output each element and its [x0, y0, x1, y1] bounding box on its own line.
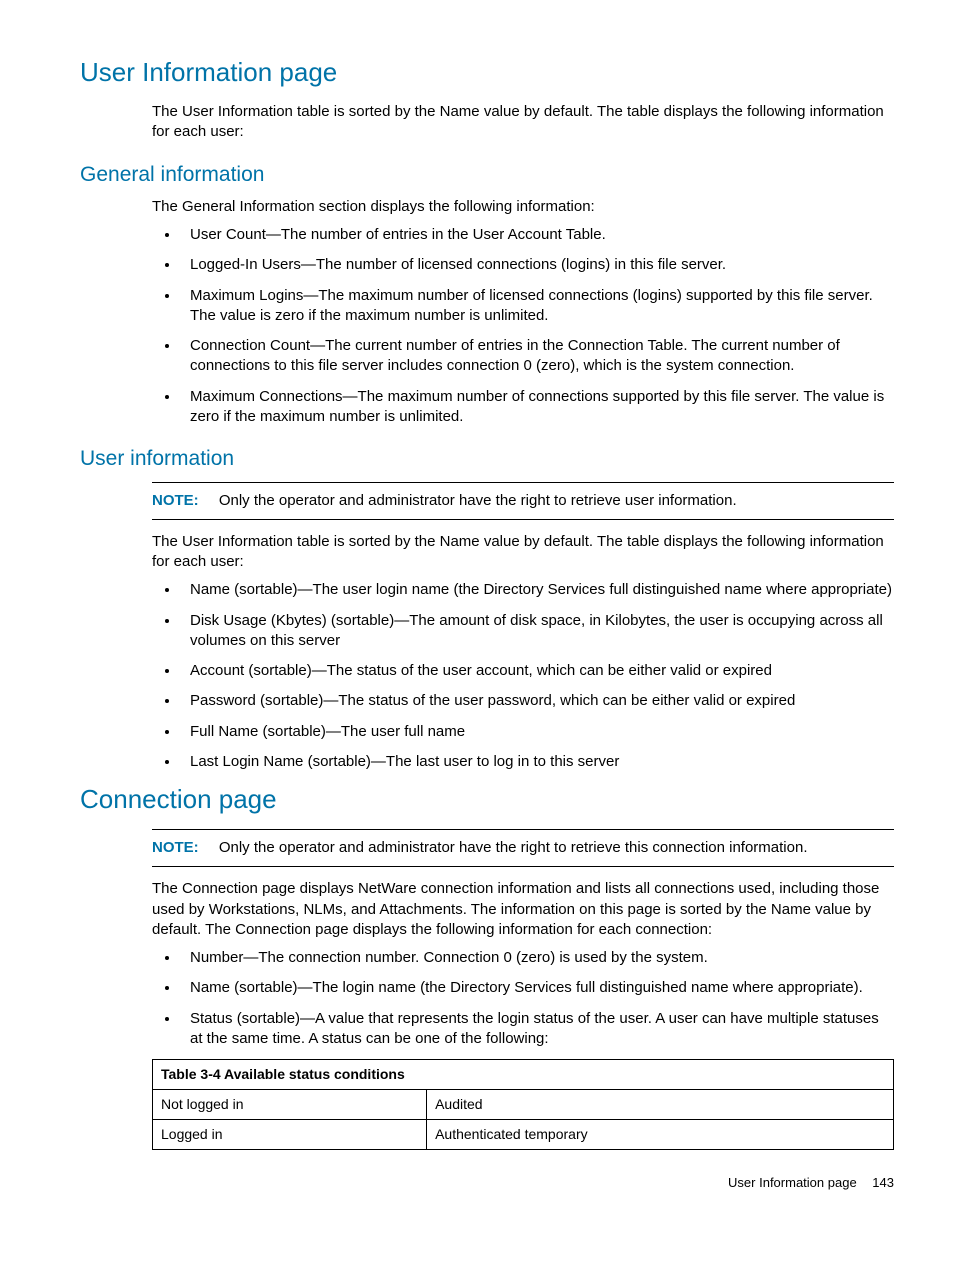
note-label: NOTE: [152, 839, 199, 856]
footer-title: User Information page [728, 1175, 857, 1190]
list-item: Maximum Logins—The maximum number of lic… [180, 286, 894, 327]
list-item: Maximum Connections—The maximum number o… [180, 387, 894, 428]
list-item: Name (sortable)—The user login name (the… [180, 580, 894, 600]
section-user-info-intro: The User Information table is sorted by … [152, 102, 894, 143]
list-item: Number—The connection number. Connection… [180, 948, 894, 968]
heading-connection-page: Connection page [80, 782, 894, 817]
paragraph: The User Information table is sorted by … [152, 102, 894, 143]
section-connection: NOTE: Only the operator and administrato… [152, 829, 894, 1150]
list-item: Status (sortable)—A value that represent… [180, 1009, 894, 1050]
heading-user-information-page: User Information page [80, 55, 894, 90]
status-table: Table 3-4 Available status conditions No… [152, 1059, 894, 1150]
page-footer: User Information page 143 [80, 1174, 894, 1192]
note-line: NOTE: Only the operator and administrato… [152, 834, 894, 862]
paragraph: The User Information table is sorted by … [152, 532, 894, 573]
section-general-info: The General Information section displays… [152, 197, 894, 427]
note-label: NOTE: [152, 492, 199, 509]
note-block: NOTE: Only the operator and administrato… [152, 829, 894, 867]
paragraph: The General Information section displays… [152, 197, 894, 217]
note-text: Only the operator and administrator have… [219, 839, 808, 856]
list-item: Full Name (sortable)—The user full name [180, 722, 894, 742]
note-block: NOTE: Only the operator and administrato… [152, 482, 894, 520]
table-cell: Logged in [153, 1119, 427, 1149]
list-item: Name (sortable)—The login name (the Dire… [180, 978, 894, 998]
rule [152, 482, 894, 483]
rule [152, 829, 894, 830]
table-row: Not logged in Audited [153, 1090, 894, 1120]
note-text: Only the operator and administrator have… [219, 492, 737, 509]
footer-page-number: 143 [872, 1175, 894, 1190]
list-item: Connection Count—The current number of e… [180, 336, 894, 377]
rule [152, 519, 894, 520]
list-item: Password (sortable)—The status of the us… [180, 691, 894, 711]
page-container: User Information page The User Informati… [0, 0, 954, 1231]
user-info-list: Name (sortable)—The user login name (the… [152, 580, 894, 772]
list-item: Account (sortable)—The status of the use… [180, 661, 894, 681]
list-item: User Count—The number of entries in the … [180, 225, 894, 245]
list-item: Last Login Name (sortable)—The last user… [180, 752, 894, 772]
list-item: Disk Usage (Kbytes) (sortable)—The amoun… [180, 611, 894, 652]
table-row: Logged in Authenticated temporary [153, 1119, 894, 1149]
section-user-info: NOTE: Only the operator and administrato… [152, 482, 894, 773]
paragraph: The Connection page displays NetWare con… [152, 879, 894, 940]
note-line: NOTE: Only the operator and administrato… [152, 487, 894, 515]
general-info-list: User Count—The number of entries in the … [152, 225, 894, 427]
table-header-row: Table 3-4 Available status conditions [153, 1060, 894, 1090]
table-cell: Authenticated temporary [427, 1119, 894, 1149]
rule [152, 866, 894, 867]
heading-general-information: General information [80, 161, 894, 189]
table-cell: Not logged in [153, 1090, 427, 1120]
heading-user-information: User information [80, 445, 894, 473]
table-caption: Table 3-4 Available status conditions [153, 1060, 894, 1090]
list-item: Logged-In Users—The number of licensed c… [180, 255, 894, 275]
connection-list: Number—The connection number. Connection… [152, 948, 894, 1049]
table-cell: Audited [427, 1090, 894, 1120]
